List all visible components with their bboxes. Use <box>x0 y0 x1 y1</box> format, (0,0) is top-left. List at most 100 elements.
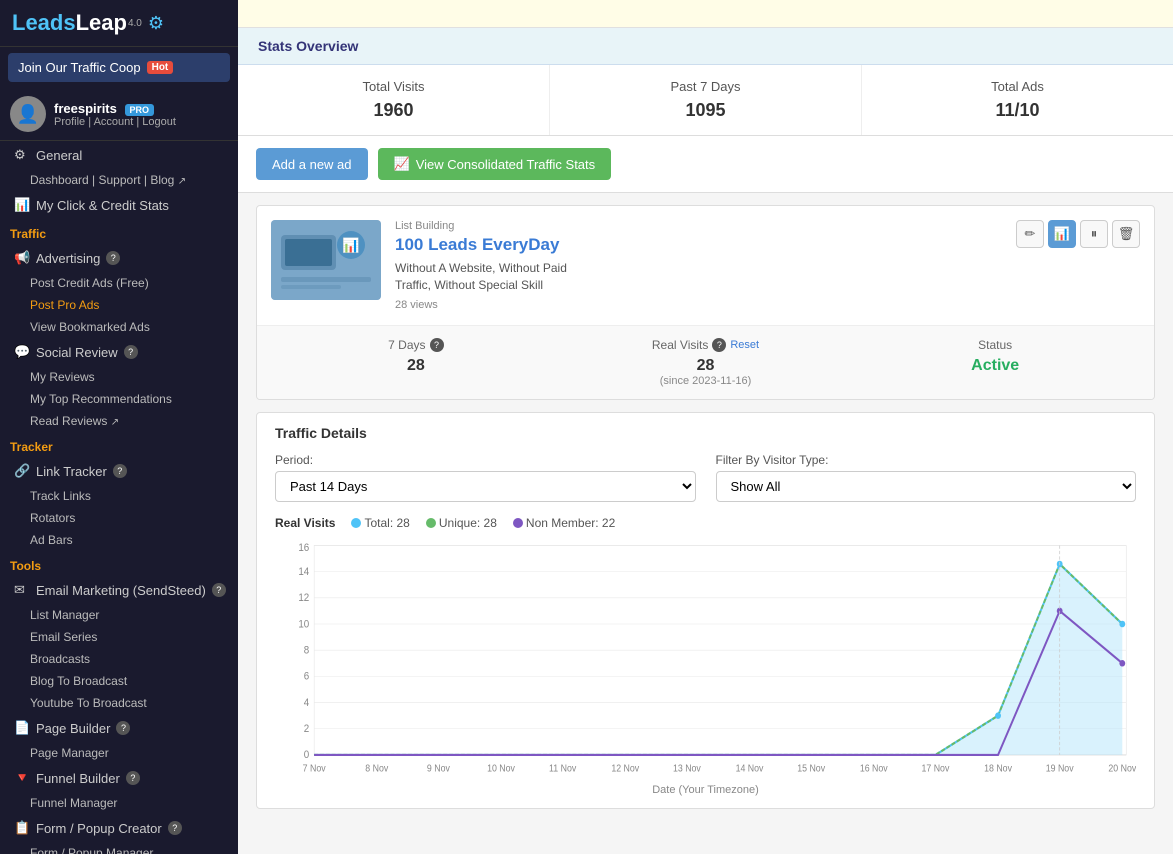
sidebar-item-form-popup[interactable]: 📋 Form / Popup Creator ? <box>0 814 238 842</box>
traffic-coop-button[interactable]: Join Our Traffic Coop Hot <box>8 53 230 82</box>
real-visits-label: Real Visits <box>652 338 708 352</box>
sidebar-item-advertising[interactable]: 📢 Advertising ? <box>0 244 238 272</box>
tracker-section-label: Tracker <box>0 432 238 457</box>
sidebar-subitem-read-reviews[interactable]: Read Reviews ↗ <box>0 410 238 432</box>
svg-text:14: 14 <box>298 566 309 578</box>
sidebar-subitem-page-manager[interactable]: Page Manager <box>0 742 238 764</box>
period-select[interactable]: Past 7 Days Past 14 Days Past 30 Days Pa… <box>275 471 696 502</box>
profile-link[interactable]: Profile <box>54 116 85 128</box>
reset-link[interactable]: Reset <box>730 339 759 351</box>
traffic-details-title: Traffic Details <box>275 425 1136 441</box>
edit-ad-button[interactable]: ✏ <box>1016 220 1044 248</box>
legend-total-label: Total: 28 <box>364 516 409 530</box>
real-visits-help-icon[interactable]: ? <box>712 338 726 352</box>
svg-text:10: 10 <box>298 618 309 630</box>
traffic-section-label: Traffic <box>0 219 238 244</box>
link-tracker-help-icon[interactable]: ? <box>113 464 127 478</box>
svg-text:16: 16 <box>298 542 309 554</box>
sidebar-subitem-ad-bars[interactable]: Ad Bars <box>0 529 238 551</box>
sidebar-subitem-post-credit-ads[interactable]: Post Credit Ads (Free) <box>0 272 238 294</box>
delete-ad-button[interactable]: 🗑 <box>1112 220 1140 248</box>
past7days-value: 1095 <box>560 100 851 121</box>
advertising-icon: 📢 <box>14 250 30 266</box>
username: freespirits <box>54 101 117 116</box>
ad-stat-status: Status Active <box>850 338 1140 387</box>
ad-desc-line2: Traffic, Without Special Skill <box>395 277 1002 294</box>
sidebar-item-page-builder[interactable]: 📄 Page Builder ? <box>0 714 238 742</box>
svg-text:16 Nov: 16 Nov <box>860 762 888 773</box>
svg-text:0: 0 <box>304 749 310 761</box>
account-link[interactable]: Account <box>94 116 134 128</box>
pause-ad-button[interactable]: ⏸ <box>1080 220 1108 248</box>
legend-non-member-dot <box>513 518 523 528</box>
sidebar-subitem-email-series[interactable]: Email Series <box>0 626 238 648</box>
svg-text:12: 12 <box>298 592 309 604</box>
svg-text:20 Nov: 20 Nov <box>1108 762 1136 773</box>
visitor-type-select[interactable]: Show All Member Non Member <box>716 471 1137 502</box>
chart-x-axis-label: Date (Your Timezone) <box>275 784 1136 796</box>
general-icon: ⚙ <box>14 147 30 163</box>
total-ads-label: Total Ads <box>872 79 1163 94</box>
email-marketing-icon: ✉ <box>14 582 30 598</box>
sidebar-subitem-rotators[interactable]: Rotators <box>0 507 238 529</box>
total-visits-value: 1960 <box>248 100 539 121</box>
sidebar-subitem-view-bookmarked-ads[interactable]: View Bookmarked Ads <box>0 316 238 338</box>
stats-overview-header: Stats Overview <box>238 28 1173 65</box>
stats-card-past7days: Past 7 Days 1095 <box>550 65 862 135</box>
period-label: Period: <box>275 453 696 467</box>
form-popup-icon: 📋 <box>14 820 30 836</box>
social-review-help-icon[interactable]: ? <box>124 345 138 359</box>
sidebar-subitem-blog-broadcast[interactable]: Blog To Broadcast <box>0 670 238 692</box>
svg-text:15 Nov: 15 Nov <box>797 762 825 773</box>
sidebar-subitem-my-reviews[interactable]: My Reviews <box>0 366 238 388</box>
legend-non-member-label: Non Member: 22 <box>526 516 615 530</box>
ad-title: 100 Leads EveryDay <box>395 235 1002 255</box>
view-consolidated-stats-button[interactable]: 📈 View Consolidated Traffic Stats <box>378 148 612 180</box>
chart-ad-button[interactable]: 📊 <box>1048 220 1076 248</box>
total-visits-label: Total Visits <box>248 79 539 94</box>
legend-total: Total: 28 <box>351 516 409 530</box>
sidebar-subitem-dashboard[interactable]: Dashboard | Support | Blog ↗ <box>0 169 238 191</box>
7days-help-icon[interactable]: ? <box>430 338 444 352</box>
sidebar-item-click-credit-stats[interactable]: 📊 My Click & Credit Stats <box>0 191 238 219</box>
ad-category: List Building <box>395 220 1002 232</box>
total-ads-value: 11/10 <box>872 100 1163 121</box>
svg-text:13 Nov: 13 Nov <box>673 762 701 773</box>
sidebar-subitem-track-links[interactable]: Track Links <box>0 485 238 507</box>
sidebar-subitem-form-popup-manager[interactable]: Form / Popup Manager <box>0 842 238 854</box>
funnel-builder-help-icon[interactable]: ? <box>126 771 140 785</box>
sidebar-item-email-marketing[interactable]: ✉ Email Marketing (SendSteed) ? <box>0 576 238 604</box>
sidebar-subitem-list-manager[interactable]: List Manager <box>0 604 238 626</box>
sidebar-item-general[interactable]: ⚙ General <box>0 141 238 169</box>
page-builder-help-icon[interactable]: ? <box>116 721 130 735</box>
svg-text:19 Nov: 19 Nov <box>1046 762 1074 773</box>
svg-text:8: 8 <box>304 645 310 657</box>
link-tracker-icon: 🔗 <box>14 463 30 479</box>
status-label: Status <box>978 338 1012 352</box>
visitor-type-filter-group: Filter By Visitor Type: Show All Member … <box>716 453 1137 502</box>
logo-text: LeadsLeap 4.0 <box>12 10 142 36</box>
sidebar-subitem-youtube-broadcast[interactable]: Youtube To Broadcast <box>0 692 238 714</box>
period-filter-group: Period: Past 7 Days Past 14 Days Past 30… <box>275 453 696 502</box>
logout-link[interactable]: Logout <box>142 116 176 128</box>
svg-text:10 Nov: 10 Nov <box>487 762 515 773</box>
sidebar-item-link-tracker[interactable]: 🔗 Link Tracker ? <box>0 457 238 485</box>
sidebar-item-social-review[interactable]: 💬 Social Review ? <box>0 338 238 366</box>
chart-container: 0 2 4 6 8 10 12 14 16 7 Nov 8 Nov 9 Nov … <box>275 540 1136 780</box>
sidebar-subitem-broadcasts[interactable]: Broadcasts <box>0 648 238 670</box>
email-marketing-help-icon[interactable]: ? <box>212 583 226 597</box>
form-popup-label: Form / Popup Creator <box>36 821 162 836</box>
status-value: Active <box>850 357 1140 375</box>
form-popup-help-icon[interactable]: ? <box>168 821 182 835</box>
svg-text:14 Nov: 14 Nov <box>736 762 764 773</box>
svg-text:17 Nov: 17 Nov <box>921 762 949 773</box>
sidebar-item-funnel-builder[interactable]: 🔻 Funnel Builder ? <box>0 764 238 792</box>
sidebar-subitem-top-recommendations[interactable]: My Top Recommendations <box>0 388 238 410</box>
sidebar-subitem-funnel-manager[interactable]: Funnel Manager <box>0 792 238 814</box>
advertising-help-icon[interactable]: ? <box>106 251 120 265</box>
ad-thumbnail: 📊 <box>271 220 381 300</box>
top-yellow-bar <box>238 0 1173 28</box>
svg-text:📊: 📊 <box>342 237 359 254</box>
add-new-ad-button[interactable]: Add a new ad <box>256 148 368 180</box>
sidebar-subitem-post-pro-ads[interactable]: Post Pro Ads <box>0 294 238 316</box>
